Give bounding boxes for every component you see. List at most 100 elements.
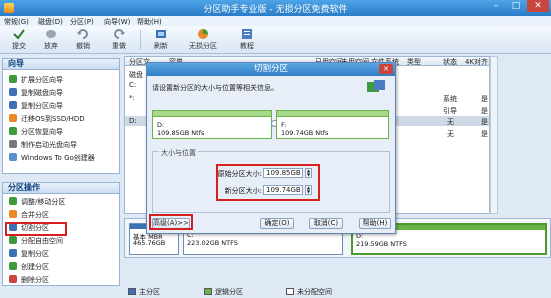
wizard-item-copy-disk[interactable]: 复制磁盘向导 [9,88,63,98]
new-size-stepper[interactable]: ▲ ▼ [305,185,312,195]
table-row-disk[interactable]: 磁盘 [129,70,143,80]
refresh-icon [156,30,166,38]
redo-button[interactable]: 重做 [104,28,134,52]
dialog-description: 请设置新分区的大小与位置等相关信息。 [152,84,278,92]
row-e-align: 是 [481,130,488,138]
redo-label: 重做 [112,42,126,50]
op-label: 删除分区 [21,276,49,284]
toolbar: 提交 放弃 撤销 重做 刷新 无损分区 教程 [0,26,551,54]
merge-icon [9,210,17,218]
table-row-c[interactable]: C: [129,81,136,89]
logical-swatch [204,288,212,295]
row-star-status: 引导 [443,107,457,115]
recovery-icon [9,127,17,135]
wizard-panel: 扩展分区向导 复制磁盘向导 复制分区向导 迁移OS到SSD/HDD 分区恢复向导… [2,70,120,174]
ops-panel-header[interactable]: 分区操作 [2,182,120,194]
checkmark-icon [13,29,25,40]
op-resize-move[interactable]: 调整/移动分区 [9,197,65,207]
ok-button[interactable]: 确定(O) [260,218,294,229]
title-bar: 分区助手专业版 - 无损分区免费软件 – □ ✕ [0,0,551,16]
table-row-star[interactable]: *: [129,94,135,102]
preview-d-info: 109.85GB Ntfs [157,129,205,137]
op-allocate-free[interactable]: 分配自由空间 [9,236,63,246]
new-size-field[interactable]: 109.74GB [263,185,303,195]
original-size-field[interactable]: 109.85GB [263,168,303,178]
undo-icon [77,29,88,39]
tutorial-button[interactable]: 教程 [232,28,262,52]
op-label: 分配自由空间 [21,237,63,245]
op-copy[interactable]: 复制分区 [9,249,49,259]
cancel-button[interactable]: 取消(C) [309,218,343,229]
row-star-align: 是 [481,107,488,115]
discard-button[interactable]: 放弃 [36,28,66,52]
create-icon [9,262,17,270]
partition-d-preview[interactable]: D: 109.85GB Ntfs [152,110,272,139]
preview-f-name: F: [281,121,287,129]
table-row-d[interactable]: D: [129,117,137,125]
partition-f-preview[interactable]: F: 109.74GB Ntfs [276,110,389,139]
original-size-stepper[interactable]: ▲ ▼ [305,168,312,178]
op-merge[interactable]: 合并分区 [9,210,49,220]
wizard-item-label: 复制磁盘向导 [21,89,63,97]
help-button[interactable]: 帮助(H) [359,218,391,229]
lossless-partition-button[interactable]: 无损分区 [184,28,222,52]
copy-icon [9,249,17,257]
op-label: 合并分区 [21,211,49,219]
close-button[interactable]: ✕ [527,0,549,12]
preview-f-info: 109.74GB Ntfs [281,129,329,137]
refresh-label: 刷新 [154,42,168,50]
boot-cd-icon [9,140,17,148]
redo-icon [114,29,125,39]
row-c-align: 是 [481,95,488,103]
wizard-item-label: 复制分区向导 [21,102,63,110]
migrate-os-icon [9,114,17,122]
wizard-panel-title: 向导 [8,59,24,68]
op-delete[interactable]: 删除分区 [9,275,49,285]
delete-icon [9,275,17,283]
wizard-item-recovery[interactable]: 分区恢复向导 [9,127,63,137]
primary-swatch [128,288,136,295]
refresh-button[interactable]: 刷新 [146,28,176,52]
preview-d-name: D: [157,121,165,129]
copy-partition-icon [9,101,17,109]
maximize-button[interactable]: □ [507,0,525,12]
split-logo-icon [367,80,385,92]
op-label: 创建分区 [21,263,49,271]
new-size-label: 新分区大小: [224,187,262,195]
submit-label: 提交 [12,42,26,50]
legend: 主分区 逻辑分区 未分配空间 [124,285,551,298]
wizard-panel-header[interactable]: 向导 [2,58,120,70]
wizard-item-boot-cd[interactable]: 制作启动光盘向导 [9,140,77,150]
legend-logical-label: 逻辑分区 [215,288,243,296]
row-c-status: 系统 [443,95,457,103]
partition-c-size: 223.02GB NTFS [187,239,238,247]
allocate-icon [9,236,17,244]
op-label: 复制分区 [21,250,49,258]
dialog-close-button[interactable]: ✕ [379,64,393,74]
undo-button[interactable]: 撤销 [68,28,98,52]
tutorial-icon [242,29,252,39]
split-partition-dialog: 切割分区 ✕ 请设置新分区的大小与位置等相关信息。 D: 109.85GB Nt… [146,62,396,234]
wizard-item-label: Windows To Go创建器 [21,154,95,162]
legend-unallocated: 未分配空间 [286,287,332,297]
legend-primary: 主分区 [128,287,160,297]
partition-d-bar [153,111,271,117]
submit-button[interactable]: 提交 [4,28,34,52]
row-e-status: 无 [447,130,454,138]
wizard-item-windows-to-go[interactable]: Windows To Go创建器 [9,153,95,163]
wizard-item-label: 制作启动光盘向导 [21,141,77,149]
legend-logical: 逻辑分区 [204,287,243,297]
toolbar-separator [140,30,141,50]
resize-icon [9,197,17,205]
minimize-button[interactable]: – [487,0,505,12]
extend-wizard-icon [9,75,17,83]
op-create[interactable]: 创建分区 [9,262,49,272]
unallocated-swatch [286,288,294,295]
dialog-title: 切割分区 [147,63,395,76]
list-scrollbar[interactable] [490,56,498,214]
wizard-item-label: 迁移OS到SSD/HDD [21,115,85,123]
menu-bar: 常规(G) 磁盘(D) 分区(P) 向导(W) 帮助(H) [0,16,551,26]
wizard-item-copy-partition[interactable]: 复制分区向导 [9,101,63,111]
wizard-item-extend[interactable]: 扩展分区向导 [9,75,63,85]
wizard-item-migrate-os[interactable]: 迁移OS到SSD/HDD [9,114,85,124]
